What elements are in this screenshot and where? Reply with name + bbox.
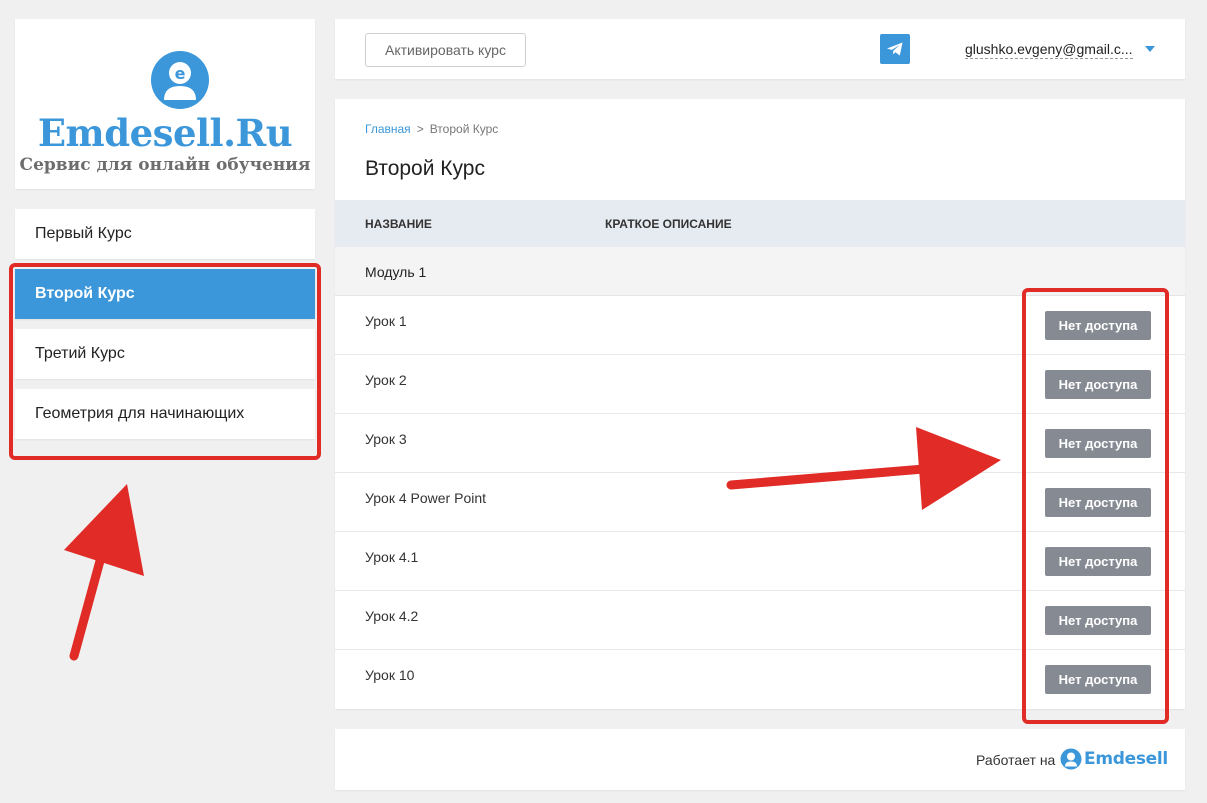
page-title: Второй Курс <box>365 157 485 180</box>
no-access-button[interactable]: Нет доступа <box>1045 370 1151 399</box>
table-row[interactable]: Урок 4 Power Point Нет доступа <box>335 473 1185 532</box>
no-access-button[interactable]: Нет доступа <box>1045 429 1151 458</box>
brand-logo-icon <box>1060 748 1082 770</box>
lesson-title: Урок 4.1 <box>365 549 419 565</box>
lesson-title: Урок 1 <box>365 313 407 329</box>
footer-brand-name: Emdesell <box>1084 749 1168 769</box>
table-row[interactable]: Урок 4.1 Нет доступа <box>335 532 1185 591</box>
course-content: Главная > Второй Курс Второй Курс Название… <box>335 99 1185 709</box>
lesson-title: Урок 3 <box>365 431 407 447</box>
breadcrumb: Главная > Второй Курс <box>365 122 498 136</box>
no-access-button[interactable]: Нет доступа <box>1045 547 1151 576</box>
annotation-arrow-up <box>64 484 144 661</box>
table-row[interactable]: Урок 2 Нет доступа <box>335 355 1185 414</box>
user-menu[interactable]: glushko.evgeny@gmail.c... <box>965 40 1133 59</box>
table-row[interactable]: Урок 3 Нет доступа <box>335 414 1185 473</box>
telegram-icon <box>887 42 903 56</box>
activate-course-button[interactable]: Активировать курс <box>365 33 526 67</box>
lesson-title: Урок 4 Power Point <box>365 490 487 506</box>
logo-subtitle: Сервис для онлайн обучения <box>19 155 311 175</box>
footer: Работает на Emdesell <box>335 729 1185 790</box>
course-nav: Первый Курс Второй Курс Третий Курс Геом… <box>15 209 315 449</box>
sidebar-item-geometry[interactable]: Геометрия для начинающих <box>15 389 315 439</box>
sidebar-item-first-course[interactable]: Первый Курс <box>15 209 315 259</box>
no-access-button[interactable]: Нет доступа <box>1045 488 1151 517</box>
column-header-description: Краткое описание <box>605 217 732 231</box>
no-access-button[interactable]: Нет доступа <box>1045 606 1151 635</box>
lesson-title: Урок 4.2 <box>365 608 419 624</box>
table-header: Название Краткое описание <box>335 200 1185 247</box>
module-title: Модуль 1 <box>365 264 427 280</box>
sidebar-item-third-course[interactable]: Третий Курс <box>15 329 315 379</box>
table-row[interactable]: Урок 1 Нет доступа <box>335 296 1185 355</box>
no-access-button[interactable]: Нет доступа <box>1045 311 1151 340</box>
table-row[interactable]: Урок 10 Нет доступа <box>335 650 1185 709</box>
telegram-button[interactable] <box>880 34 910 64</box>
logo-title: Emdesell.Ru <box>37 111 293 155</box>
no-access-button[interactable]: Нет доступа <box>1045 665 1151 694</box>
breadcrumb-home-link[interactable]: Главная <box>365 122 411 136</box>
chevron-down-icon[interactable] <box>1145 46 1155 52</box>
breadcrumb-current: Второй Курс <box>429 122 499 136</box>
sidebar-item-second-course[interactable]: Второй Курс <box>15 269 315 319</box>
column-header-name: Название <box>365 217 432 231</box>
table-row[interactable]: Урок 4.2 Нет доступа <box>335 591 1185 650</box>
powered-by-label: Работает на <box>976 752 1056 768</box>
lesson-title: Урок 2 <box>365 372 407 388</box>
top-bar: Активировать курс glushko.evgeny@gmail.c… <box>335 19 1185 79</box>
module-row: Модуль 1 <box>335 247 1185 296</box>
svg-text:e: e <box>175 64 186 83</box>
breadcrumb-separator: > <box>416 122 424 136</box>
logo-user-icon: e <box>151 51 209 109</box>
logo-card[interactable]: e Emdesell.Ru Сервис для онлайн обучения <box>15 19 315 189</box>
lesson-title: Урок 10 <box>365 667 415 683</box>
